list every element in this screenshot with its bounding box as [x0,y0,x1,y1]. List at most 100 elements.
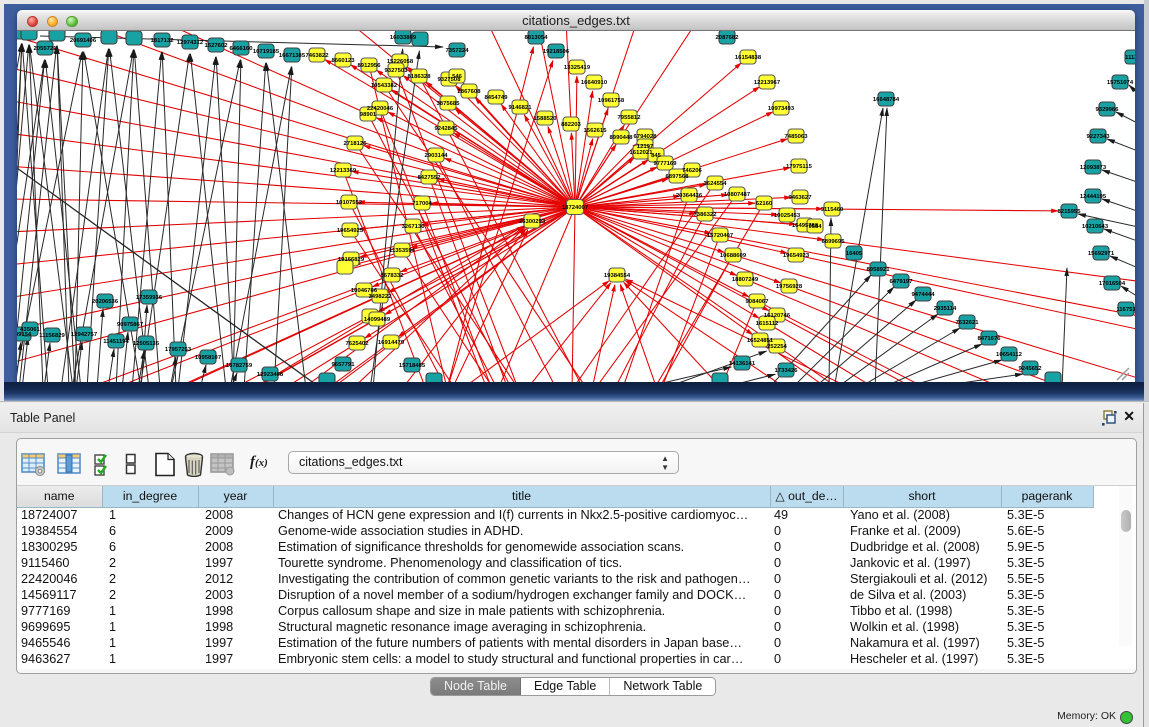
svg-text:20691406: 20691406 [70,38,97,44]
svg-text:8215955: 8215955 [1058,209,1082,215]
svg-text:10543382: 10543382 [371,83,398,89]
svg-text:7955812: 7955812 [618,115,642,121]
svg-text:9084067: 9084067 [746,299,770,305]
svg-text:17975115: 17975115 [786,164,813,170]
svg-text:7632621: 7632621 [956,320,980,326]
svg-text:9777169: 9777169 [654,161,678,167]
svg-text:17016504: 17016504 [1099,281,1126,287]
svg-text:98901: 98901 [360,112,377,118]
svg-text:10807487: 10807487 [724,192,751,198]
svg-text:10025453: 10025453 [774,213,801,219]
svg-text:10210643: 10210643 [1082,224,1109,230]
svg-text:6794028: 6794028 [634,134,658,140]
svg-text:9115460: 9115460 [821,207,844,213]
svg-text:12942757: 12942757 [71,332,98,338]
svg-text:7463822: 7463822 [306,53,330,59]
svg-text:19218506: 19218506 [543,49,570,55]
svg-text:16154838: 16154838 [735,55,762,61]
svg-text:19654925: 19654925 [337,228,364,234]
svg-text:9584: 9584 [808,224,822,230]
svg-text:17957253: 17957253 [165,347,192,353]
svg-text:3875685: 3875685 [437,101,461,107]
svg-text:10107552: 10107552 [336,200,363,206]
svg-text:2903144: 2903144 [425,153,449,159]
svg-text:9657791: 9657791 [332,362,356,368]
svg-text:19166829: 19166829 [338,257,365,263]
svg-text:2935114: 2935114 [934,306,957,312]
svg-text:1817132: 1817132 [151,38,175,44]
svg-text:2718126: 2718126 [344,141,368,147]
svg-text:7386322: 7386322 [694,212,718,218]
svg-text:9227343: 9227343 [1087,134,1111,140]
svg-text:19756928: 19756928 [776,284,803,290]
svg-text:3267130: 3267130 [402,224,426,230]
svg-text:8912956: 8912956 [358,63,382,69]
svg-text:8427552: 8427552 [418,175,442,181]
svg-text:16405: 16405 [846,251,863,257]
svg-text:6466160: 6466160 [230,46,254,52]
svg-text:19654923: 19654923 [783,253,810,259]
svg-text:15718485: 15718485 [399,363,426,369]
svg-text:11451194: 11451194 [103,339,129,345]
svg-text:11156829: 11156829 [39,333,65,339]
svg-text:13325419: 13325419 [564,65,591,71]
svg-text:3498222: 3498222 [369,294,393,300]
svg-text:8454749: 8454749 [485,95,509,101]
svg-text:8471676: 8471676 [978,336,1002,342]
svg-text:8678332: 8678332 [381,273,405,279]
svg-text:62160: 62160 [756,201,773,207]
svg-text:1615112: 1615112 [756,321,779,327]
svg-text:252254: 252254 [767,344,787,350]
svg-text:10654112: 10654112 [996,352,1023,358]
svg-text:12923468: 12923468 [257,372,284,378]
svg-text:18724007: 18724007 [562,205,589,211]
svg-text:12974312: 12974312 [177,40,204,46]
svg-text:12213967: 12213967 [754,80,781,86]
svg-text:20206536: 20206536 [92,299,119,305]
svg-text:7357224: 7357224 [446,48,470,54]
svg-text:2087682: 2087682 [716,35,740,41]
svg-text:7625402: 7625402 [346,341,370,347]
svg-text:16782759: 16782759 [226,363,253,369]
svg-text:18807249: 18807249 [732,277,759,283]
svg-text:9329966: 9329966 [1096,107,1120,113]
svg-text:10719185: 10719185 [253,49,280,55]
svg-text:1588520: 1588520 [534,116,558,122]
svg-text:1562615: 1562615 [584,128,608,134]
svg-text:9463627: 9463627 [789,195,813,201]
svg-text:882203: 882203 [561,122,581,128]
svg-text:2055721: 2055721 [34,46,58,52]
svg-text:15751074: 15751074 [1107,80,1134,86]
svg-text:9146821: 9146821 [509,105,533,111]
svg-text:8186328: 8186328 [408,74,432,80]
svg-text:10961758: 10961758 [598,98,625,104]
svg-text:6479197: 6479197 [890,279,914,285]
svg-text:14099489: 14099489 [364,317,391,323]
svg-text:8990448: 8990448 [610,135,634,141]
svg-text:16914479: 16914479 [378,340,405,346]
svg-text:3624554: 3624554 [704,181,728,187]
svg-text:9474444: 9474444 [912,292,936,298]
svg-text:15692971: 15692971 [1088,251,1115,257]
svg-text:14136141: 14136141 [729,361,756,367]
svg-text:6897568: 6897568 [666,174,690,180]
svg-text:8660123: 8660123 [332,58,356,64]
svg-text:9242845: 9242845 [435,126,459,132]
svg-text:1527602: 1527602 [205,43,229,49]
svg-text:16648784: 16648784 [873,97,900,103]
svg-text:90975867: 90975867 [117,322,144,328]
svg-text:10958107: 10958107 [195,355,222,361]
svg-text:1612021: 1612021 [630,150,654,156]
svg-text:16120746: 16120746 [764,313,791,319]
svg-text:10973493: 10973493 [768,106,795,112]
svg-text:9327503: 9327503 [385,68,409,74]
svg-text:116753: 116753 [1116,307,1135,313]
svg-text:1733426: 1733426 [775,368,799,374]
svg-text:19384554: 19384554 [604,273,631,279]
svg-text:9245652: 9245652 [1019,366,1043,372]
svg-text:546: 546 [452,74,463,80]
svg-text:20364436: 20364436 [676,193,703,199]
svg-text:845: 845 [651,153,662,159]
svg-text:8813054: 8813054 [525,35,549,41]
svg-text:6899695: 6899695 [822,239,846,245]
